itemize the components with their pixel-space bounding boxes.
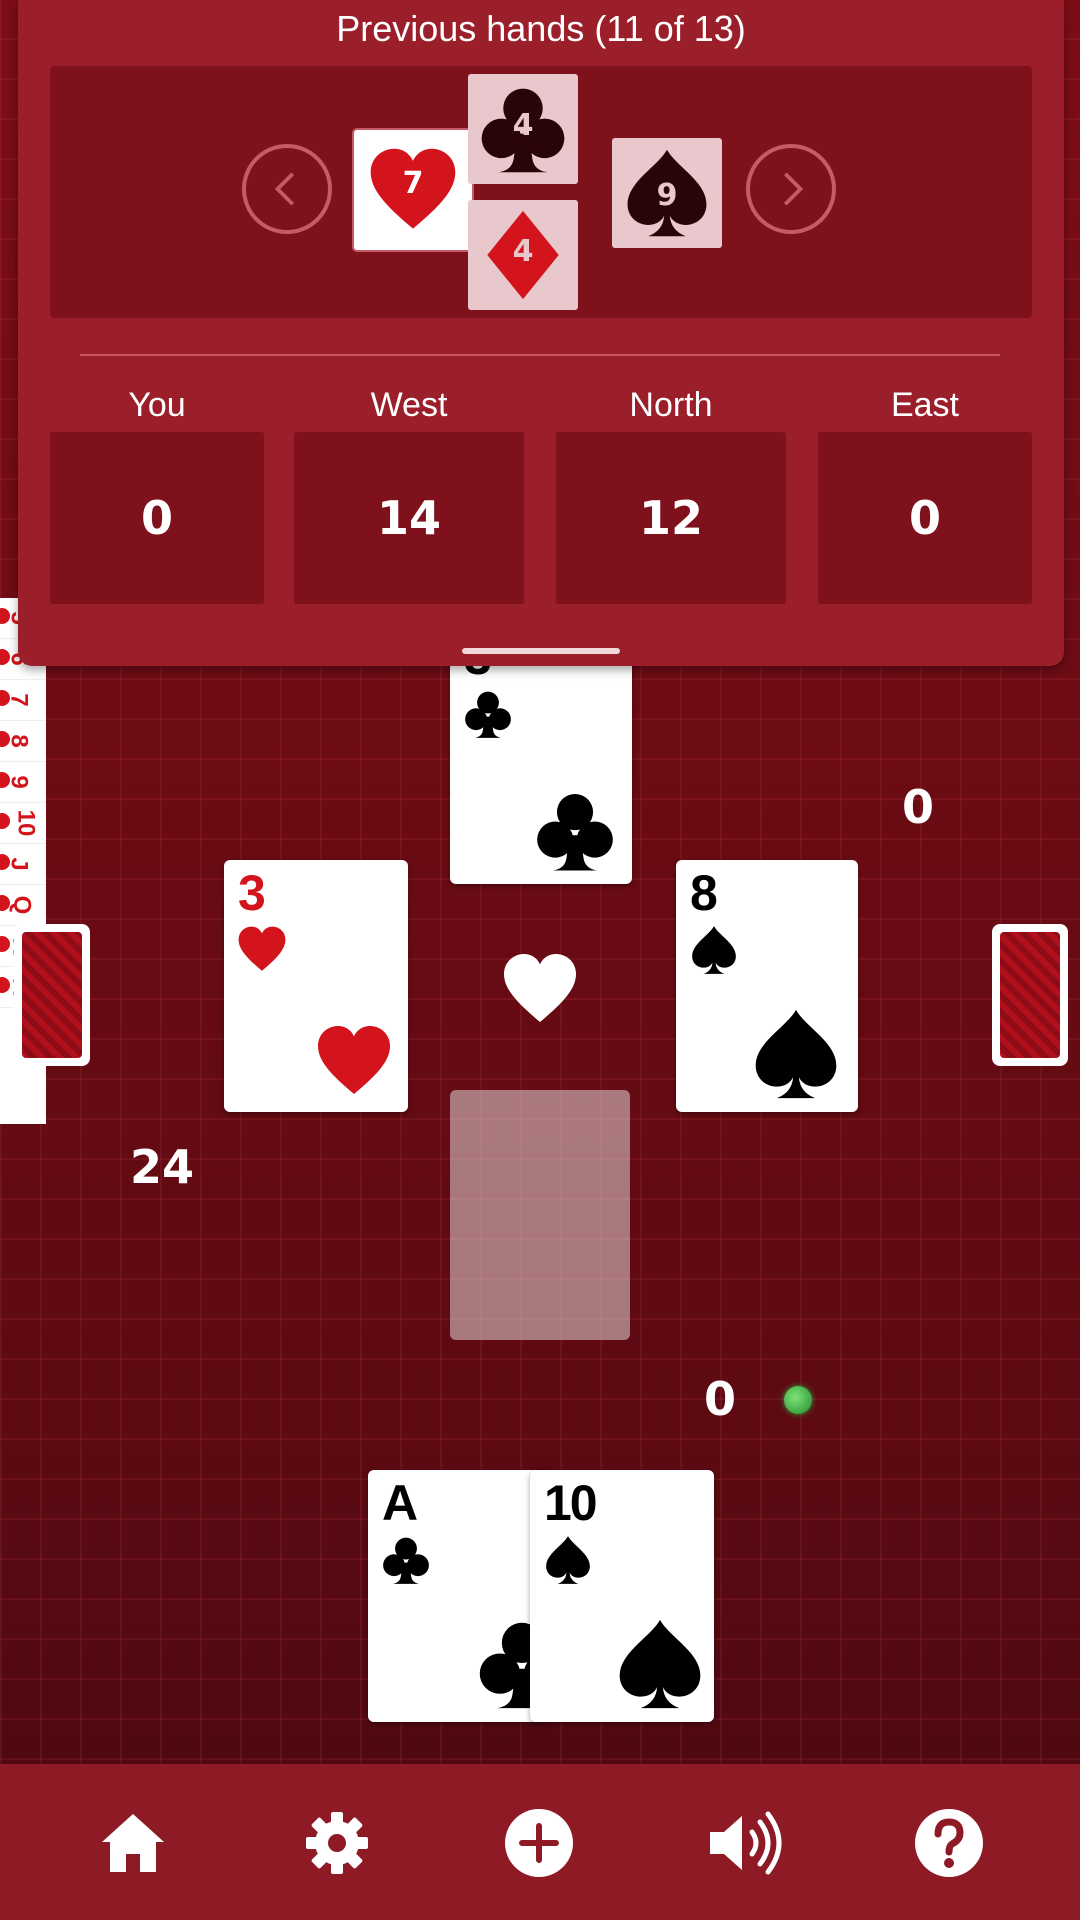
home-icon <box>102 1814 164 1872</box>
spade-icon <box>688 924 740 976</box>
player-name-west: West <box>370 386 448 424</box>
trick-card-east: 9 <box>612 138 722 248</box>
previous-trick: 7 4 4 9 <box>50 66 1032 318</box>
divider <box>80 354 1000 356</box>
player-score-you: 0 <box>50 432 264 604</box>
player-score: 0 <box>704 1372 737 1426</box>
settings-icon <box>306 1812 368 1874</box>
heart-icon <box>236 924 288 976</box>
east-score: 0 <box>902 780 935 834</box>
player-score-north: 12 <box>556 432 786 604</box>
spade-icon <box>542 1534 594 1586</box>
panel-drag-handle[interactable] <box>462 648 620 654</box>
player-card-slot <box>450 1090 630 1340</box>
bottom-toolbar <box>0 1764 1080 1920</box>
trick-card-south: 7 <box>354 130 472 250</box>
sound-icon <box>710 1811 782 1875</box>
hand-strip-card[interactable]: 7 <box>0 680 46 721</box>
help-button[interactable] <box>914 1808 984 1878</box>
previous-hands-panel: Previous hands (11 of 13) 7 4 4 9 You We… <box>18 0 1064 666</box>
hand-strip-card[interactable]: 8 <box>0 721 46 762</box>
player-name-you: You <box>128 386 186 424</box>
card-rank: 9 <box>656 178 678 213</box>
card-rank: 8 <box>690 865 718 921</box>
west-card-back <box>14 924 90 1066</box>
club-icon <box>462 688 514 740</box>
west-score: 24 <box>130 1140 195 1194</box>
hand-strip-card[interactable]: J <box>0 844 46 885</box>
card-rank: 7 <box>402 166 424 201</box>
hand-card[interactable]: 10 <box>530 1470 714 1722</box>
previous-hand-button[interactable] <box>242 144 332 234</box>
player-score-east: 0 <box>818 432 1032 604</box>
player-score-west: 14 <box>294 432 524 604</box>
spade-icon <box>612 1616 708 1712</box>
spade-icon <box>748 1006 844 1102</box>
heart-icon <box>500 950 580 1030</box>
card-rank: 3 <box>238 865 266 921</box>
player-name-east: East <box>890 386 960 424</box>
east-card-back <box>992 924 1068 1066</box>
sound-button[interactable] <box>706 1808 786 1878</box>
trick-card-west: 4 <box>468 200 578 310</box>
new-game-button[interactable] <box>504 1808 574 1878</box>
chevron-right-icon <box>783 172 804 206</box>
hand-strip-card[interactable]: Q <box>0 885 46 926</box>
turn-indicator <box>784 1386 812 1414</box>
heart-icon <box>314 1022 394 1102</box>
new-game-icon <box>505 1809 573 1877</box>
help-icon <box>915 1809 983 1877</box>
card-rank: 10 <box>544 1475 598 1531</box>
card-rank: 4 <box>512 234 534 269</box>
panel-title: Previous hands (11 of 13) <box>336 8 746 49</box>
chevron-left-icon <box>274 172 295 206</box>
west-played-card: 3 <box>224 860 408 1112</box>
next-hand-button[interactable] <box>746 144 836 234</box>
card-rank: 4 <box>512 108 534 143</box>
club-icon <box>532 788 618 874</box>
trick-card-north: 4 <box>468 74 578 184</box>
player-name-north: North <box>629 386 713 424</box>
north-played-card: 3 <box>450 640 632 884</box>
hand-strip-card[interactable]: 10 <box>0 803 46 844</box>
settings-button[interactable] <box>302 1808 372 1878</box>
hand-strip-card[interactable]: 9 <box>0 762 46 803</box>
home-button[interactable] <box>98 1808 168 1878</box>
club-icon <box>380 1534 432 1586</box>
card-rank: A <box>382 1475 418 1531</box>
hand-card[interactable]: A <box>368 1470 550 1722</box>
east-played-card: 8 <box>676 860 858 1112</box>
